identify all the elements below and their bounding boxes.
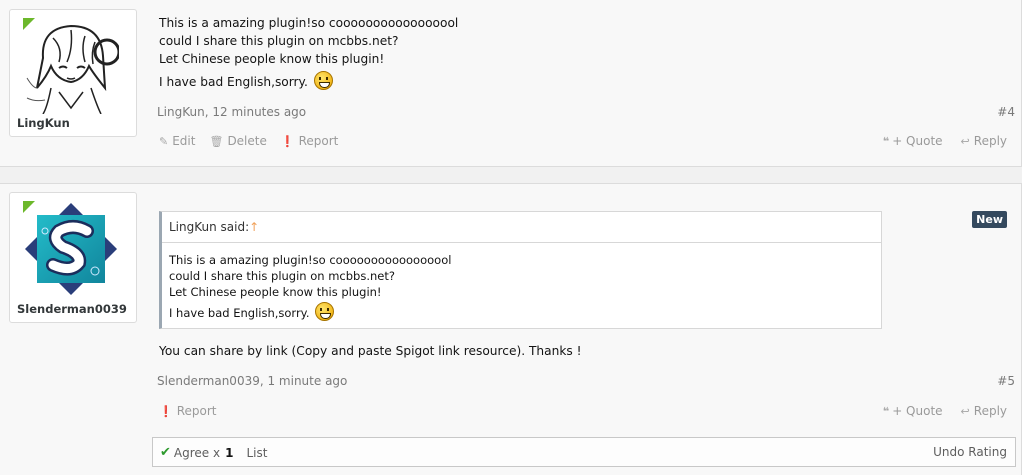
message-line: could I share this plugin on mcbbs.net? (159, 34, 399, 48)
user-card: Slenderman0039 (9, 192, 137, 323)
warning-icon: ❗ (159, 404, 173, 418)
message-line: You can share by link (Copy and paste Sp… (159, 344, 582, 358)
reply-button[interactable]: ↩ Reply (961, 404, 1007, 418)
reply-icon: ↩ (960, 134, 970, 148)
post-meta[interactable]: Slenderman0039, 1 minute ago (157, 374, 347, 388)
reply-button[interactable]: ↩ Reply (961, 134, 1007, 148)
message-body: This is a amazing plugin!so cooooooooooo… (159, 14, 458, 91)
quote-header: LingKun said:↑ (162, 212, 881, 243)
post-number[interactable]: #4 (997, 105, 1015, 119)
quote-line: I have bad English,sorry. (169, 306, 310, 320)
quote-button[interactable]: ❝ + Quote (883, 404, 943, 418)
username[interactable]: LingKun (10, 116, 136, 130)
message-body: You can share by link (Copy and paste Sp… (159, 342, 581, 360)
post-actions: ❝ + Quote ↩ Reply (883, 404, 1007, 418)
new-badge: New (972, 211, 1007, 228)
message-line: Let Chinese people know this plugin! (159, 52, 385, 66)
warning-icon: ❗ (280, 134, 295, 148)
grin-emoji-icon (315, 302, 335, 321)
post-controls: ✎ Edit 🗑 Delete ❗ Report (159, 134, 338, 148)
quote-block: LingKun said:↑ This is a amazing plugin!… (159, 211, 882, 329)
post-actions: ❝ + Quote ↩ Reply (883, 134, 1007, 148)
quote-body: This is a amazing plugin!so cooooooooooo… (162, 243, 881, 321)
reply-icon: ↩ (960, 404, 970, 418)
quote-line: This is a amazing plugin!so cooooooooooo… (169, 253, 452, 267)
report-button[interactable]: ❗ Report (281, 134, 338, 148)
online-indicator (23, 18, 35, 30)
undo-rating-link[interactable]: Undo Rating (933, 445, 1007, 459)
post-number[interactable]: #5 (997, 374, 1015, 388)
post-5: Slenderman0039 New LingKun said:↑ This i… (0, 183, 1022, 475)
pencil-icon: ✎ (159, 134, 169, 148)
quote-author[interactable]: LingKun said: (169, 220, 249, 234)
rating-count: 1 (225, 445, 234, 460)
checkmark-icon: ✔ (160, 445, 171, 460)
post-controls: ❗ Report (159, 404, 216, 418)
jump-to-quote-icon[interactable]: ↑ (249, 220, 259, 234)
rating-list-link[interactable]: List (246, 446, 267, 460)
quote-icon: ❝ (882, 404, 890, 418)
quote-line: Let Chinese people know this plugin! (169, 285, 382, 299)
quote-icon: ❝ (882, 134, 890, 148)
quote-line: could I share this plugin on mcbbs.net? (169, 269, 395, 283)
username[interactable]: Slenderman0039 (10, 302, 136, 316)
grin-emoji-icon (313, 71, 333, 90)
letter-s-logo-avatar-icon (23, 201, 119, 297)
quote-button[interactable]: ❝ + Quote (883, 134, 943, 148)
edit-button[interactable]: ✎ Edit (159, 134, 195, 148)
avatar[interactable] (23, 18, 119, 114)
avatar[interactable] (23, 201, 119, 297)
user-card: LingKun (9, 9, 137, 137)
trash-icon: 🗑 (209, 134, 224, 148)
post-meta[interactable]: LingKun, 12 minutes ago (157, 105, 306, 119)
online-indicator (23, 201, 35, 213)
message-line: I have bad English,sorry. (159, 75, 308, 89)
manga-girl-avatar-icon (23, 18, 119, 114)
rating-bar: ✔ Agree x 1 List Undo Rating (152, 437, 1016, 467)
post-4: LingKun This is a amazing plugin!so cooo… (0, 0, 1022, 167)
rating-summary: ✔ Agree x 1 List (160, 445, 267, 460)
message-line: This is a amazing plugin!so cooooooooooo… (159, 16, 459, 30)
report-button[interactable]: ❗ Report (159, 404, 216, 418)
delete-button[interactable]: 🗑 Delete (209, 134, 266, 148)
rating-label: Agree x (173, 445, 221, 460)
